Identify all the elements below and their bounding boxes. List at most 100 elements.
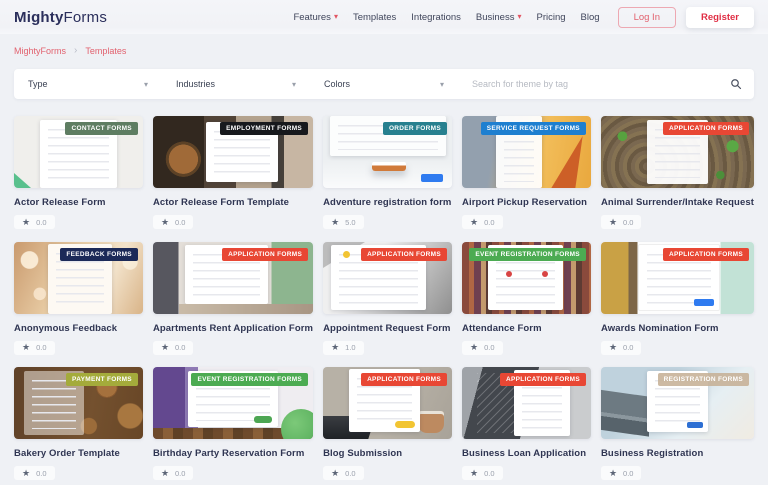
template-card[interactable]: CONTACT FORMS Actor Release Form ★ 0.0 <box>14 116 143 230</box>
template-thumbnail[interactable]: APPLICATION FORMS <box>323 242 452 314</box>
template-grid: CONTACT FORMS Actor Release Form ★ 0.0 E… <box>14 116 754 481</box>
top-navbar: MightyForms Features ▾ Templates Integra… <box>0 0 768 34</box>
template-title[interactable]: Actor Release Form <box>14 197 143 208</box>
template-card[interactable]: ORDER FORMS Adventure registration form … <box>323 116 452 230</box>
breadcrumb-home[interactable]: MightyForms <box>14 46 66 56</box>
template-thumbnail[interactable]: APPLICATION FORMS <box>601 116 754 188</box>
star-icon: ★ <box>331 343 339 352</box>
template-title[interactable]: Adventure registration form <box>323 197 452 208</box>
register-button[interactable]: Register <box>686 7 754 28</box>
template-thumbnail[interactable]: EVENT REGISTRATION FORMS <box>462 242 591 314</box>
template-thumbnail[interactable]: EMPLOYMENT FORMS <box>153 116 313 188</box>
breadcrumb-current[interactable]: Templates <box>85 46 126 56</box>
template-title[interactable]: Actor Release Form Template <box>153 197 313 208</box>
category-badge: PAYMENT FORMS <box>66 373 138 386</box>
rating: ★ 0.0 <box>462 341 503 355</box>
template-card[interactable]: APPLICATION FORMS Appointment Request Fo… <box>323 242 452 356</box>
chevron-down-icon: ▾ <box>517 13 521 21</box>
template-card[interactable]: EMPLOYMENT FORMS Actor Release Form Temp… <box>153 116 313 230</box>
filter-dropdown-type[interactable]: Type ▾ <box>14 69 162 99</box>
rating-value: 0.0 <box>175 469 185 478</box>
template-card[interactable]: APPLICATION FORMS Blog Submission ★ 0.0 <box>323 367 452 481</box>
template-title[interactable]: Apartments Rent Application Form <box>153 323 313 334</box>
star-icon: ★ <box>22 343 30 352</box>
template-title[interactable]: Anonymous Feedback <box>14 323 143 334</box>
star-icon: ★ <box>470 343 478 352</box>
template-title[interactable]: Birthday Party Reservation Form <box>153 448 313 459</box>
nav-link-templates[interactable]: Templates <box>353 12 396 23</box>
template-thumbnail[interactable]: APPLICATION FORMS <box>153 242 313 314</box>
star-icon: ★ <box>609 343 617 352</box>
star-icon: ★ <box>470 469 478 478</box>
template-thumbnail[interactable]: PAYMENT FORMS <box>14 367 143 439</box>
rating: ★ 0.0 <box>462 466 503 480</box>
template-title[interactable]: Animal Surrender/Intake Request <box>601 197 754 208</box>
template-title[interactable]: Airport Pickup Reservation <box>462 197 591 208</box>
nav-link-features[interactable]: Features ▾ <box>293 12 338 23</box>
filter-dropdown-colors[interactable]: Colors ▾ <box>310 69 458 99</box>
template-title[interactable]: Appointment Request Form <box>323 323 452 334</box>
template-thumbnail[interactable]: CONTACT FORMS <box>14 116 143 188</box>
category-badge: APPLICATION FORMS <box>663 122 749 135</box>
template-thumbnail[interactable]: APPLICATION FORMS <box>462 367 591 439</box>
template-card[interactable]: APPLICATION FORMS Animal Surrender/Intak… <box>601 116 754 230</box>
template-card[interactable]: REGISTRATION FORMS Business Registration… <box>601 367 754 481</box>
template-card[interactable]: EVENT REGISTRATION FORMS Attendance Form… <box>462 242 591 356</box>
filter-dropdown-industries[interactable]: Industries ▾ <box>162 69 310 99</box>
template-thumbnail[interactable]: ORDER FORMS <box>323 116 452 188</box>
rating-value: 0.0 <box>175 343 185 352</box>
template-title[interactable]: Business Loan Application <box>462 448 591 459</box>
template-card[interactable]: FEEDBACK FORMS Anonymous Feedback ★ 0.0 <box>14 242 143 356</box>
nav-link-pricing[interactable]: Pricing <box>537 12 566 23</box>
star-icon: ★ <box>161 343 169 352</box>
filter-bar: Type ▾ Industries ▾ Colors ▾ <box>14 69 754 99</box>
rating: ★ 0.0 <box>462 215 503 229</box>
category-badge: APPLICATION FORMS <box>222 248 308 261</box>
template-card[interactable]: APPLICATION FORMS Apartments Rent Applic… <box>153 242 313 356</box>
chevron-down-icon: ▾ <box>334 13 338 21</box>
template-card[interactable]: APPLICATION FORMS Awards Nomination Form… <box>601 242 754 356</box>
template-title[interactable]: Attendance Form <box>462 323 591 334</box>
template-card[interactable]: SERVICE REQUEST FORMS Airport Pickup Res… <box>462 116 591 230</box>
star-icon: ★ <box>331 469 339 478</box>
nav-link-business[interactable]: Business ▾ <box>476 12 522 23</box>
template-thumbnail[interactable]: REGISTRATION FORMS <box>601 367 754 439</box>
template-title[interactable]: Awards Nomination Form <box>601 323 754 334</box>
chevron-down-icon: ▾ <box>440 80 444 89</box>
template-thumbnail[interactable]: SERVICE REQUEST FORMS <box>462 116 591 188</box>
rating: ★ 5.0 <box>323 215 364 229</box>
breadcrumb: MightyForms › Templates <box>0 34 768 69</box>
category-badge: EVENT REGISTRATION FORMS <box>469 248 586 261</box>
rating: ★ 0.0 <box>14 215 55 229</box>
star-icon: ★ <box>161 218 169 227</box>
template-thumbnail[interactable]: APPLICATION FORMS <box>601 242 754 314</box>
template-thumbnail[interactable]: APPLICATION FORMS <box>323 367 452 439</box>
nav-link-integrations[interactable]: Integrations <box>411 12 461 23</box>
template-card[interactable]: PAYMENT FORMS Bakery Order Template ★ 0.… <box>14 367 143 481</box>
template-thumbnail[interactable]: EVENT REGISTRATION FORMS <box>153 367 313 439</box>
star-icon: ★ <box>331 218 339 227</box>
star-icon: ★ <box>22 469 30 478</box>
template-thumbnail[interactable]: FEEDBACK FORMS <box>14 242 143 314</box>
search-box <box>458 69 754 99</box>
rating: ★ 0.0 <box>153 466 194 480</box>
breadcrumb-separator-icon: › <box>74 46 77 56</box>
login-button[interactable]: Log In <box>618 7 676 28</box>
rating-value: 0.0 <box>484 343 494 352</box>
rating-value: 0.0 <box>36 343 46 352</box>
star-icon: ★ <box>609 218 617 227</box>
nav-link-blog[interactable]: Blog <box>581 12 600 23</box>
template-title[interactable]: Bakery Order Template <box>14 448 143 459</box>
filter-dropdowns: Type ▾ Industries ▾ Colors ▾ <box>14 69 458 99</box>
star-icon: ★ <box>161 469 169 478</box>
rating: ★ 0.0 <box>153 215 194 229</box>
search-input[interactable] <box>470 78 730 90</box>
template-title[interactable]: Business Registration <box>601 448 754 459</box>
template-title[interactable]: Blog Submission <box>323 448 452 459</box>
mightyforms-logo[interactable]: MightyForms <box>14 9 107 26</box>
rating: ★ 0.0 <box>601 466 642 480</box>
search-icon[interactable] <box>730 78 742 90</box>
template-card[interactable]: APPLICATION FORMS Business Loan Applicat… <box>462 367 591 481</box>
template-card[interactable]: EVENT REGISTRATION FORMS Birthday Party … <box>153 367 313 481</box>
category-badge: REGISTRATION FORMS <box>658 373 749 386</box>
